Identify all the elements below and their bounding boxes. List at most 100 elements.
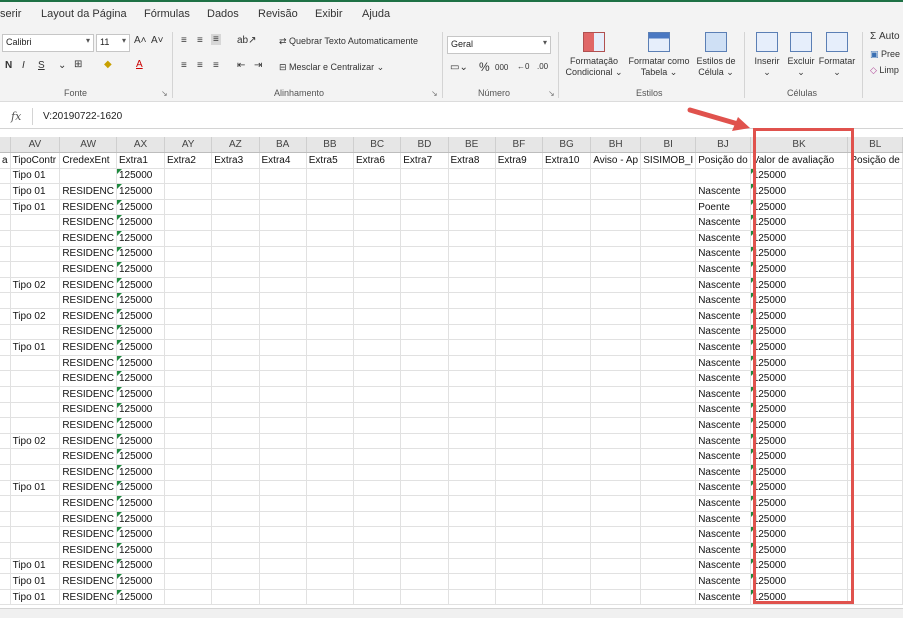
bold-button[interactable]: N <box>5 60 12 71</box>
table-cell[interactable]: RESIDENC <box>59 402 117 419</box>
table-cell[interactable] <box>448 433 496 450</box>
table-cell[interactable] <box>400 542 449 559</box>
table-cell[interactable] <box>259 402 307 419</box>
table-cell[interactable] <box>542 168 592 185</box>
table-cell[interactable] <box>353 386 402 403</box>
table-cell[interactable]: Nascente <box>695 324 751 341</box>
table-cell[interactable] <box>164 199 213 216</box>
table-cell[interactable] <box>353 495 402 512</box>
table-cell[interactable] <box>590 558 642 575</box>
table-cell[interactable]: 125000 <box>116 573 166 590</box>
table-cell[interactable] <box>542 339 592 356</box>
table-cell[interactable] <box>400 183 449 200</box>
table-cell[interactable] <box>640 230 697 247</box>
table-cell[interactable]: RESIDENC <box>59 246 117 263</box>
table-cell[interactable] <box>448 214 496 232</box>
table-cell[interactable] <box>306 526 355 543</box>
table-cell[interactable] <box>353 433 402 450</box>
table-cell[interactable] <box>400 589 449 606</box>
table-cell[interactable] <box>353 511 402 528</box>
table-cell[interactable]: 125000 <box>116 214 166 232</box>
menu-data[interactable]: Dados <box>207 8 239 20</box>
table-cell[interactable] <box>164 214 213 232</box>
table-cell[interactable] <box>306 355 355 372</box>
table-cell[interactable] <box>211 308 260 325</box>
insert-cells-button[interactable]: Inserir ⌄ <box>750 32 784 88</box>
table-cell[interactable]: 125000 <box>750 183 849 200</box>
table-cell[interactable] <box>400 355 449 372</box>
table-cell[interactable]: 125000 <box>116 448 166 465</box>
table-cell[interactable] <box>164 230 213 247</box>
table-cell[interactable] <box>306 230 355 247</box>
table-cell[interactable] <box>10 214 61 232</box>
table-cell[interactable]: Tipo 01 <box>10 480 61 497</box>
table-cell[interactable] <box>495 183 544 200</box>
table-cell[interactable] <box>495 402 544 419</box>
table-cell[interactable]: Nascente <box>695 464 751 481</box>
table-cell[interactable] <box>211 261 260 278</box>
table-cell[interactable] <box>495 448 544 465</box>
table-cell[interactable]: 125000 <box>116 246 166 263</box>
wrap-text-button[interactable]: ⇄ Quebrar Texto Automaticamente <box>279 36 418 47</box>
table-cell[interactable] <box>495 339 544 356</box>
table-cell[interactable] <box>590 339 642 356</box>
table-cell[interactable]: Tipo 02 <box>10 277 61 294</box>
table-cell[interactable]: 125000 <box>116 308 166 325</box>
table-cell[interactable] <box>306 168 355 185</box>
table-cell[interactable]: 125000 <box>116 261 166 278</box>
table-cell[interactable] <box>495 230 544 247</box>
table-cell[interactable] <box>847 542 903 559</box>
table-cell[interactable] <box>590 417 642 434</box>
table-cell[interactable] <box>400 308 449 325</box>
table-cell[interactable] <box>10 495 61 512</box>
table-cell[interactable] <box>695 168 751 185</box>
table-cell[interactable]: Tipo 02 <box>10 433 61 450</box>
table-cell[interactable] <box>164 308 213 325</box>
column-header-ax[interactable]: AX <box>116 137 166 154</box>
table-cell[interactable] <box>542 464 592 481</box>
column-header-partial[interactable] <box>0 137 11 154</box>
table-cell[interactable]: 125000 <box>750 370 849 387</box>
table-cell[interactable] <box>495 433 544 450</box>
table-cell[interactable] <box>211 246 260 263</box>
table-cell[interactable] <box>0 324 11 341</box>
table-header-cell[interactable]: Extra4 <box>259 152 307 169</box>
table-header-cell[interactable]: Extra5 <box>306 152 355 169</box>
table-cell[interactable] <box>400 511 449 528</box>
table-cell[interactable] <box>542 448 592 465</box>
table-cell[interactable] <box>306 292 355 310</box>
table-cell[interactable] <box>0 480 11 497</box>
table-cell[interactable] <box>495 370 544 387</box>
table-cell[interactable] <box>0 464 11 481</box>
borders-icon[interactable]: ⊞ <box>74 59 82 70</box>
column-header-be[interactable]: BE <box>448 137 496 154</box>
column-header-av[interactable]: AV <box>10 137 61 154</box>
table-cell[interactable] <box>0 230 11 247</box>
table-cell[interactable] <box>353 230 402 247</box>
table-cell[interactable] <box>211 480 260 497</box>
table-cell[interactable]: RESIDENC <box>59 526 117 543</box>
table-cell[interactable]: 125000 <box>750 495 849 512</box>
table-cell[interactable]: RESIDENC <box>59 433 117 450</box>
table-cell[interactable] <box>10 230 61 247</box>
table-cell[interactable] <box>400 261 449 278</box>
table-cell[interactable] <box>164 417 213 434</box>
table-cell[interactable]: 125000 <box>116 526 166 543</box>
table-cell[interactable]: 125000 <box>116 230 166 247</box>
table-cell[interactable]: 125000 <box>116 183 166 200</box>
font-name-select[interactable]: Calibri ▾ <box>2 34 94 52</box>
table-cell[interactable] <box>448 386 496 403</box>
table-cell[interactable]: 125000 <box>116 417 166 434</box>
table-cell[interactable]: 125000 <box>750 573 849 590</box>
grow-font-button[interactable]: A˄ <box>134 35 147 46</box>
table-cell[interactable] <box>0 433 11 450</box>
table-cell[interactable]: RESIDENC <box>59 448 117 465</box>
table-cell[interactable] <box>640 402 697 419</box>
table-cell[interactable] <box>306 339 355 356</box>
table-cell[interactable] <box>640 386 697 403</box>
table-cell[interactable]: Nascente <box>695 355 751 372</box>
table-cell[interactable] <box>590 480 642 497</box>
table-cell[interactable]: Nascente <box>695 526 751 543</box>
table-cell[interactable] <box>400 230 449 247</box>
table-cell[interactable] <box>495 292 544 310</box>
